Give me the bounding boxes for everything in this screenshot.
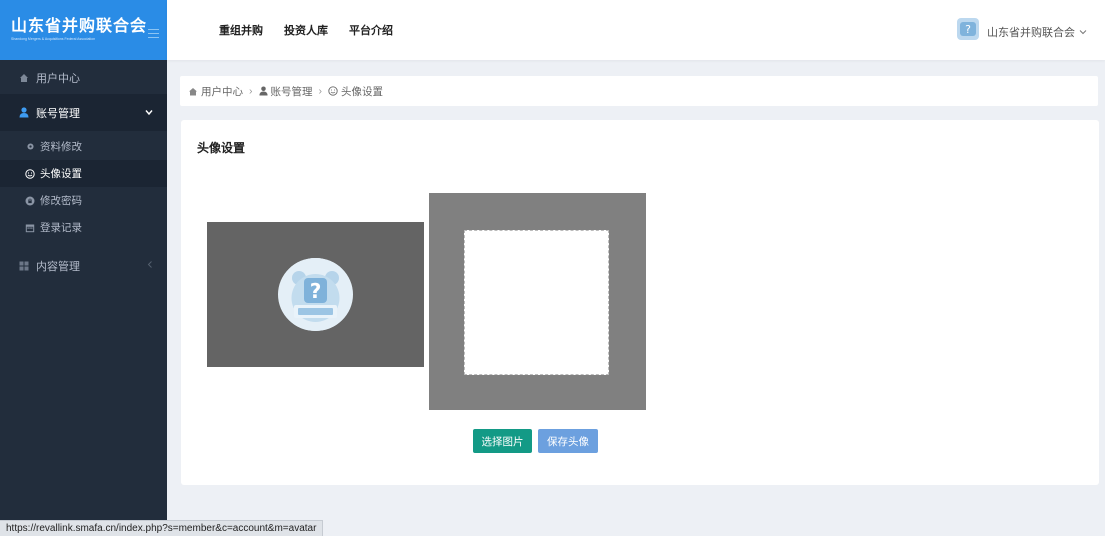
calendar-icon [25, 223, 35, 233]
smile-icon [25, 168, 35, 179]
save-avatar-button[interactable]: 保存头像 [538, 429, 598, 453]
sidebar-item-label: 修改密码 [40, 195, 82, 207]
svg-text:?: ? [310, 279, 322, 303]
sidebar: 山东省并购联合会 Shandong Mergers & Acquisitions… [0, 0, 167, 536]
breadcrumb-avatar-settings: 头像设置 [341, 85, 383, 98]
topnav-investors[interactable]: 投资人库 [284, 22, 328, 38]
chevron-left-icon [147, 260, 153, 271]
sidebar-item-content[interactable]: 内容管理 [0, 249, 167, 282]
sidebar-item-label: 账号管理 [36, 107, 80, 120]
sidebar-item-label: 头像设置 [40, 168, 82, 180]
lock-icon [25, 196, 35, 206]
brand-logo[interactable]: 山东省并购联合会 Shandong Mergers & Acquisitions… [0, 0, 167, 60]
page-title: 头像设置 [197, 141, 246, 155]
breadcrumb-account[interactable]: 账号管理 [271, 84, 313, 99]
crop-selection-box[interactable] [464, 230, 609, 375]
status-url: https://revallink.smafa.cn/index.php?s=m… [0, 520, 324, 536]
select-image-button[interactable]: 选择图片 [473, 429, 532, 453]
chevron-down-icon [145, 107, 153, 118]
gear-icon [25, 142, 35, 152]
home-icon [18, 72, 30, 84]
sidebar-item-label: 资料修改 [40, 141, 82, 153]
account-submenu: 资料修改 头像设置 修改密码 登录记录 [0, 131, 167, 249]
breadcrumb: 用户中心 › 账号管理 › 头像设置 [180, 76, 1098, 106]
breadcrumb-separator: › [249, 85, 253, 97]
smile-icon [328, 86, 338, 96]
sidebar-item-change-password[interactable]: 修改密码 [0, 187, 167, 214]
user-icon [18, 107, 30, 119]
top-navigation: 重组并购 投资人库 平台介绍 [219, 22, 393, 38]
sidebar-item-label: 内容管理 [36, 260, 80, 273]
breadcrumb-user-center[interactable]: 用户中心 [201, 84, 243, 99]
user-name: 山东省并购联合会 [987, 27, 1075, 39]
topnav-restructuring[interactable]: 重组并购 [219, 22, 263, 38]
sidebar-item-avatar-settings[interactable]: 头像设置 [0, 160, 167, 187]
image-crop-area[interactable] [429, 193, 646, 410]
avatar-preview: ? [207, 222, 424, 367]
chevron-down-icon [1079, 27, 1087, 37]
default-avatar-image: ? [278, 258, 353, 331]
sidebar-item-user-center[interactable]: 用户中心 [0, 61, 167, 94]
grid-icon [18, 260, 30, 272]
avatar-settings-panel: 头像设置 ? 选择图片 保存头像 [181, 120, 1099, 485]
brand-title: 山东省并购联合会 [11, 18, 148, 35]
top-header: 重组并购 投资人库 平台介绍 ? 山东省并购联合会 [167, 0, 1105, 60]
sidebar-item-profile-edit[interactable]: 资料修改 [0, 133, 167, 160]
sidebar-item-label: 用户中心 [36, 72, 80, 85]
breadcrumb-separator: › [318, 85, 323, 97]
home-icon [188, 87, 198, 96]
menu-toggle-icon[interactable] [148, 29, 159, 38]
user-menu[interactable]: ? 山东省并购联合会 [957, 18, 1087, 40]
sidebar-item-login-records[interactable]: 登录记录 [0, 214, 167, 241]
sidebar-item-account[interactable]: 账号管理 [0, 94, 167, 131]
user-icon [258, 86, 268, 96]
svg-text:?: ? [965, 23, 971, 36]
avatar: ? [957, 18, 979, 40]
brand-subtitle: Shandong Mergers & Acquisitions Federal … [11, 37, 96, 41]
topnav-platform-intro[interactable]: 平台介绍 [349, 22, 393, 38]
sidebar-item-label: 登录记录 [40, 222, 82, 234]
